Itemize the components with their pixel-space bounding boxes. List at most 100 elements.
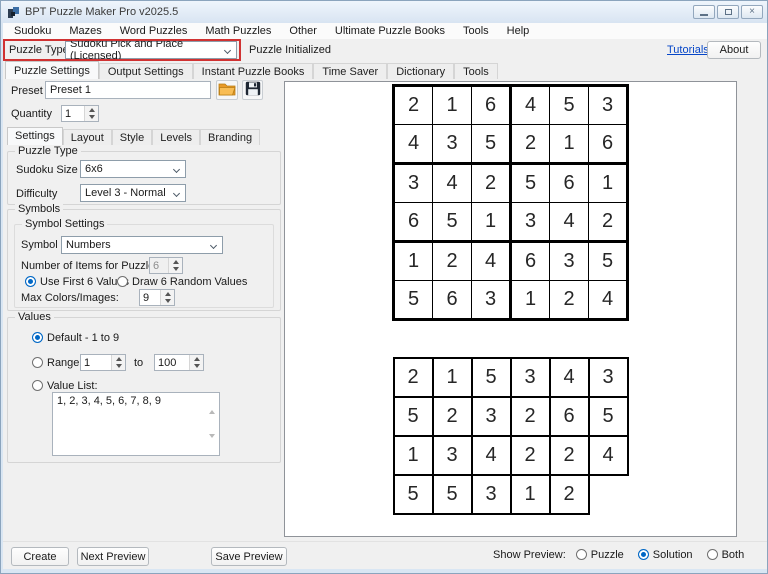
menu-item-math-puzzles[interactable]: Math Puzzles [196,24,280,38]
sudoku-size-select[interactable]: 6x6 [80,160,186,178]
create-button[interactable]: Create [11,547,69,566]
max-colors-stepper[interactable]: 9 [139,289,175,306]
radio-puzzle[interactable]: Puzzle [576,549,624,561]
grid-cell: 5 [511,164,550,203]
scroll-down-icon[interactable] [209,438,215,450]
main-tab-strip: Puzzle SettingsOutput SettingsInstant Pu… [3,61,767,79]
about-button[interactable]: About [707,41,761,59]
difficulty-select[interactable]: Level 3 - Normal [80,184,186,202]
radio-value-list[interactable]: Value List: [32,380,98,392]
menu-item-ultimate-puzzle-books[interactable]: Ultimate Puzzle Books [326,24,454,38]
grid-cell: 5 [550,86,589,125]
puzzle-type-select[interactable]: Sudoku Pick and Place (Licensed) [65,41,237,59]
grid-cell: 2 [550,436,589,475]
menu-item-sudoku[interactable]: Sudoku [5,24,60,38]
tab-time-saver[interactable]: Time Saver [313,63,387,79]
radio-draw-random-values[interactable]: Draw 6 Random Values [117,276,247,288]
grid-cell: 4 [550,358,589,397]
tab-levels[interactable]: Levels [152,129,200,145]
grid-cell: 3 [511,358,550,397]
grid-cell: 4 [472,436,511,475]
tab-tools[interactable]: Tools [454,63,498,79]
grid-cell: 2 [511,125,550,164]
spin-down-icon[interactable] [112,363,125,371]
items-count-label: Number of Items for Puzzle: [21,260,157,272]
grid-cell: 2 [550,281,589,320]
radio-label: Draw 6 Random Values [132,276,247,288]
value-list-textarea[interactable]: 1, 2, 3, 4, 5, 6, 7, 8, 9 [52,392,220,456]
save-icon [245,81,261,99]
tab-instant-puzzle-books[interactable]: Instant Puzzle Books [193,63,314,79]
maximize-button[interactable] [717,5,739,19]
grid-cell: 5 [394,475,433,514]
radio-both[interactable]: Both [707,549,745,561]
grid-cell: 3 [589,86,628,125]
spin-down-icon [169,266,182,274]
grid-cell: 2 [394,86,433,125]
quantity-stepper[interactable]: 1 [61,105,99,122]
tutorials-link[interactable]: Tutorials [667,44,709,56]
puzzle-type-group: Puzzle Type Sudoku Size 6x6 Difficulty L… [7,151,281,205]
grid-cell: 6 [394,203,433,242]
chevron-down-icon [173,166,180,173]
range-to-label: to [134,357,143,369]
radio-label: Solution [653,549,693,561]
tab-layout[interactable]: Layout [63,129,112,145]
grid-row: 55312 [394,475,628,514]
spin-up-icon[interactable] [190,355,203,363]
grid-cell: 1 [394,242,433,281]
spin-up-icon[interactable] [161,290,174,298]
grid-row: 435216 [394,125,628,164]
preset-input[interactable]: Preset 1 [45,81,211,99]
max-colors-label: Max Colors/Images: [21,292,119,304]
grid-cell: 1 [511,475,550,514]
menu-item-other[interactable]: Other [280,24,326,38]
grid-cell: 6 [550,164,589,203]
range-to-stepper[interactable]: 100 [154,354,204,371]
tab-dictionary[interactable]: Dictionary [387,63,454,79]
grid-cell: 1 [589,164,628,203]
menu-item-word-puzzles[interactable]: Word Puzzles [111,24,197,38]
menu-item-tools[interactable]: Tools [454,24,498,38]
scroll-up-icon[interactable] [209,398,215,410]
spin-up-icon[interactable] [112,355,125,363]
spin-up-icon[interactable] [85,106,98,114]
tab-puzzle-settings[interactable]: Puzzle Settings [5,61,99,79]
grid-cell: 4 [472,242,511,281]
puzzle-type-group-title: Puzzle Type [15,145,81,158]
tab-style[interactable]: Style [112,129,152,145]
radio-use-first-values[interactable]: Use First 6 Values [25,276,129,288]
grid-cell: 4 [433,164,472,203]
radio-default-values[interactable]: Default - 1 to 9 [32,332,119,344]
menu-item-help[interactable]: Help [498,24,539,38]
next-preview-button[interactable]: Next Preview [77,547,149,566]
grid-cell: 5 [589,242,628,281]
grid-cell: 4 [589,281,628,320]
save-preset-button[interactable] [242,80,263,100]
range-from-stepper[interactable]: 1 [80,354,126,371]
minimize-button[interactable] [693,5,715,19]
tab-branding[interactable]: Branding [200,129,260,145]
radio-solution[interactable]: Solution [638,549,693,561]
close-button[interactable]: × [741,5,763,19]
puzzle-type-value: Sudoku Pick and Place (Licensed) [70,38,236,62]
menu-item-mazes[interactable]: Mazes [60,24,110,38]
maximize-icon [725,9,732,15]
tab-settings[interactable]: Settings [7,127,63,145]
folder-icon [218,82,236,99]
spin-down-icon[interactable] [190,363,203,371]
grid-cell: 3 [589,358,628,397]
tab-output-settings[interactable]: Output Settings [99,63,193,79]
radio-icon [707,549,718,560]
spin-down-icon[interactable] [161,298,174,306]
radio-range[interactable]: Range [32,357,79,369]
show-preview-group: Show Preview: PuzzleSolutionBoth [493,549,758,561]
save-preview-button[interactable]: Save Preview [211,547,287,566]
items-count-stepper: 6 [149,257,183,274]
radio-label: Use First 6 Values [40,276,129,288]
spin-down-icon[interactable] [85,114,98,122]
grid-row: 124635 [394,242,628,281]
symbol-select[interactable]: Numbers [61,236,223,254]
open-preset-button[interactable] [216,80,238,100]
title-bar[interactable]: BPT Puzzle Maker Pro v2025.5 × [1,1,768,23]
